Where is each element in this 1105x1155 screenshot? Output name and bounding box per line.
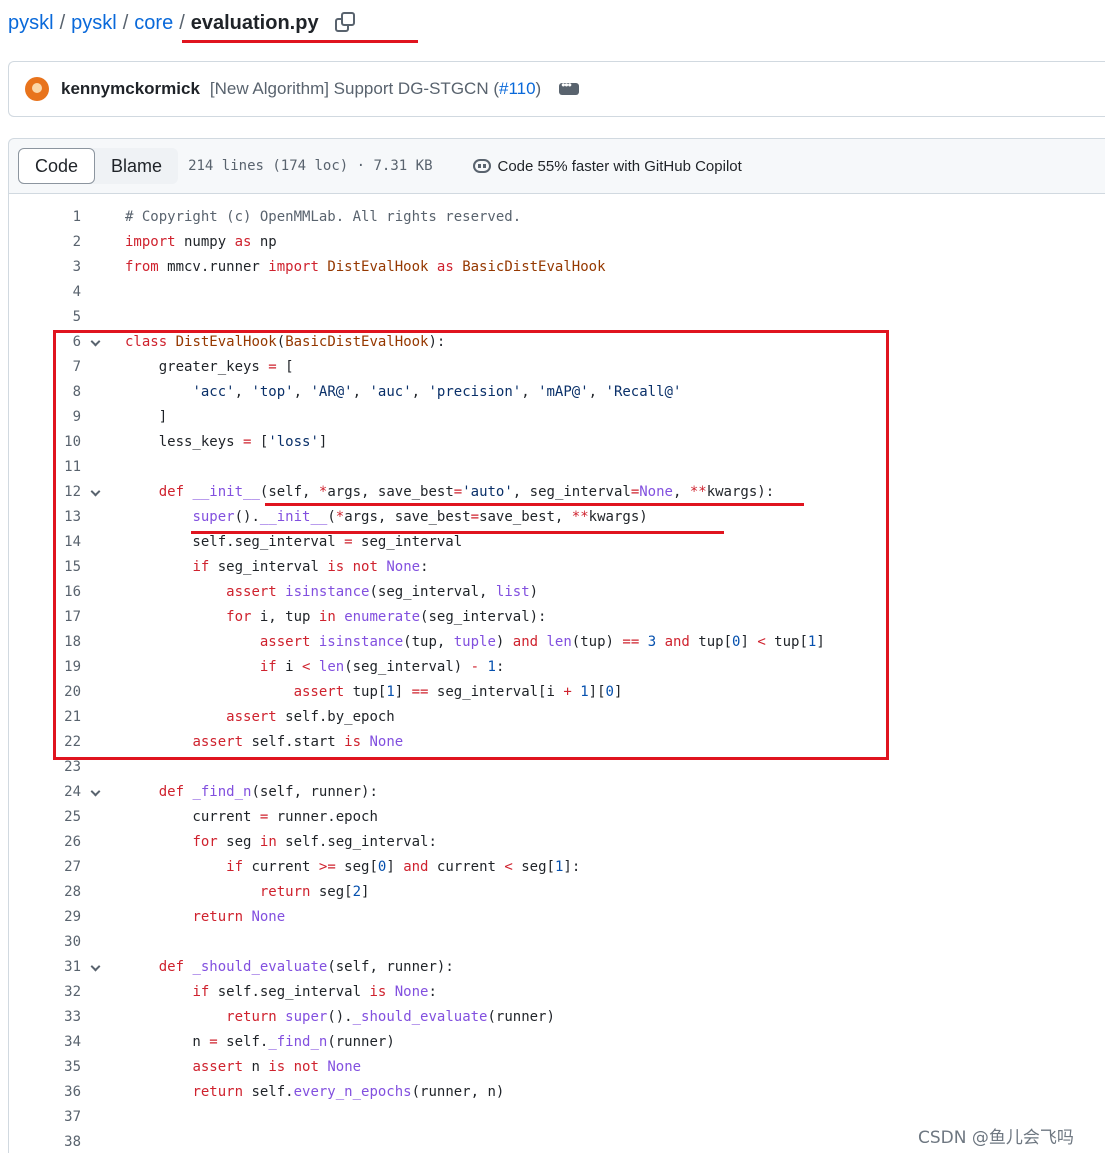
line-number[interactable]: 30 (9, 930, 81, 955)
breadcrumb: pyskl / pyskl / core / evaluation.py (8, 8, 357, 38)
code-text: if current >= seg[0] and current < seg[1… (226, 859, 581, 875)
code-line: 25 current = runner.epoch (9, 805, 1105, 830)
view-toggle: Code Blame (18, 148, 179, 184)
annotation-underline-filename (182, 40, 418, 43)
line-number[interactable]: 35 (9, 1055, 81, 1080)
copilot-promo-label: Code 55% faster with GitHub Copilot (497, 157, 742, 175)
copy-path-icon[interactable] (334, 12, 357, 34)
tab-blame[interactable]: Blame (95, 148, 178, 184)
code-text: return None (192, 909, 286, 925)
breadcrumb-repo-link[interactable]: pyskl (8, 12, 54, 35)
annotation-highlight-box (53, 330, 889, 760)
code-text: # Copyright (c) OpenMMLab. All rights re… (125, 209, 522, 225)
code-text: n = self._find_n(runner) (125, 1034, 395, 1050)
commit-message-suffix: ) (535, 79, 542, 98)
code-line: 34 n = self._find_n(runner) (9, 1030, 1105, 1055)
breadcrumb-separator: / (179, 11, 185, 34)
line-number[interactable]: 29 (9, 905, 81, 930)
code-line: 27 if current >= seg[0] and current < se… (9, 855, 1105, 880)
line-number[interactable]: 2 (9, 230, 81, 255)
line-number[interactable]: 31 (9, 955, 81, 980)
commit-details-ellipsis-icon[interactable] (559, 78, 580, 95)
code-line: 35 assert n is not None (9, 1055, 1105, 1080)
annotation-underline-super-init (191, 531, 724, 534)
code-line: 29 return None (9, 905, 1105, 930)
code-text: def _should_evaluate(self, runner): (158, 959, 454, 975)
code-line: 30 (9, 930, 1105, 955)
code-text: assert n is not None (192, 1059, 362, 1075)
line-number[interactable]: 34 (9, 1030, 81, 1055)
code-text: import numpy as np (125, 234, 277, 250)
line-number[interactable]: 38 (9, 1130, 81, 1155)
code-text: return seg[2] (259, 884, 370, 900)
file-stats: 214 lines (174 loc) · 7.31 KB (188, 158, 433, 174)
code-line: 26 for seg in self.seg_interval: (9, 830, 1105, 855)
line-number[interactable]: 5 (9, 305, 81, 330)
commit-author[interactable]: kennymckormick (61, 79, 200, 99)
code-line: 4 (9, 280, 1105, 305)
code-line: 36 return self.every_n_epochs(runner, n) (9, 1080, 1105, 1105)
code-text: if self.seg_interval is None: (192, 984, 437, 1000)
code-text: def _find_n(self, runner): (158, 784, 378, 800)
fold-chevron-down-icon[interactable] (90, 961, 101, 972)
line-number[interactable]: 28 (9, 880, 81, 905)
code-line: 33 return super()._should_evaluate(runne… (9, 1005, 1105, 1030)
code-line: 32 if self.seg_interval is None: (9, 980, 1105, 1005)
breadcrumb-folder-core-link[interactable]: core (134, 12, 173, 35)
line-number[interactable]: 24 (9, 780, 81, 805)
breadcrumb-current-file: evaluation.py (190, 11, 319, 34)
annotation-underline-init-signature (265, 503, 804, 506)
code-line: 5 (9, 305, 1105, 330)
line-number[interactable]: 27 (9, 855, 81, 880)
copilot-promo[interactable]: Code 55% faster with GitHub Copilot (472, 157, 742, 175)
watermark: CSDN @鱼儿会飞吗 (918, 1128, 1074, 1148)
breadcrumb-folder-pyskl-link[interactable]: pyskl (71, 12, 117, 35)
breadcrumb-separator: / (122, 11, 129, 34)
code-line: 24 def _find_n(self, runner): (9, 780, 1105, 805)
line-number[interactable]: 25 (9, 805, 81, 830)
line-number[interactable]: 1 (9, 205, 81, 230)
code-line: 28 return seg[2] (9, 880, 1105, 905)
breadcrumb-separator: / (59, 11, 66, 34)
line-number[interactable]: 36 (9, 1080, 81, 1105)
code-text: current = runner.epoch (125, 809, 378, 825)
code-line: 1 # Copyright (c) OpenMMLab. All rights r… (9, 205, 1105, 230)
line-number[interactable]: 33 (9, 1005, 81, 1030)
copilot-icon (472, 159, 491, 173)
commit-message-prefix: [New Algorithm] Support DG-STGCN ( (209, 79, 499, 98)
line-number[interactable]: 32 (9, 980, 81, 1005)
line-number[interactable]: 4 (9, 280, 81, 305)
file-header: Code Blame 214 lines (174 loc) · 7.31 KB… (8, 138, 1105, 194)
latest-commit-box: kennymckormick [New Algorithm] Support D… (8, 61, 1105, 117)
author-avatar[interactable] (25, 77, 49, 101)
fold-chevron-down-icon[interactable] (90, 786, 101, 797)
code-text: return self.every_n_epochs(runner, n) (192, 1084, 505, 1100)
tab-code[interactable]: Code (18, 148, 96, 184)
code-text: return super()._should_evaluate(runner) (226, 1009, 555, 1025)
code-text: for seg in self.seg_interval: (192, 834, 437, 850)
line-number[interactable]: 37 (9, 1105, 81, 1130)
code-line: 2 import numpy as np (9, 230, 1105, 255)
code-text: from mmcv.runner import DistEvalHook as … (125, 259, 606, 275)
code-line: 31 def _should_evaluate(self, runner): (9, 955, 1105, 980)
code-line: 3 from mmcv.runner import DistEvalHook as… (9, 255, 1105, 280)
pull-request-link[interactable]: #110 (499, 79, 536, 98)
line-number[interactable]: 26 (9, 830, 81, 855)
commit-message[interactable]: [New Algorithm] Support DG-STGCN (#110) (210, 79, 541, 99)
line-number[interactable]: 3 (9, 255, 81, 280)
